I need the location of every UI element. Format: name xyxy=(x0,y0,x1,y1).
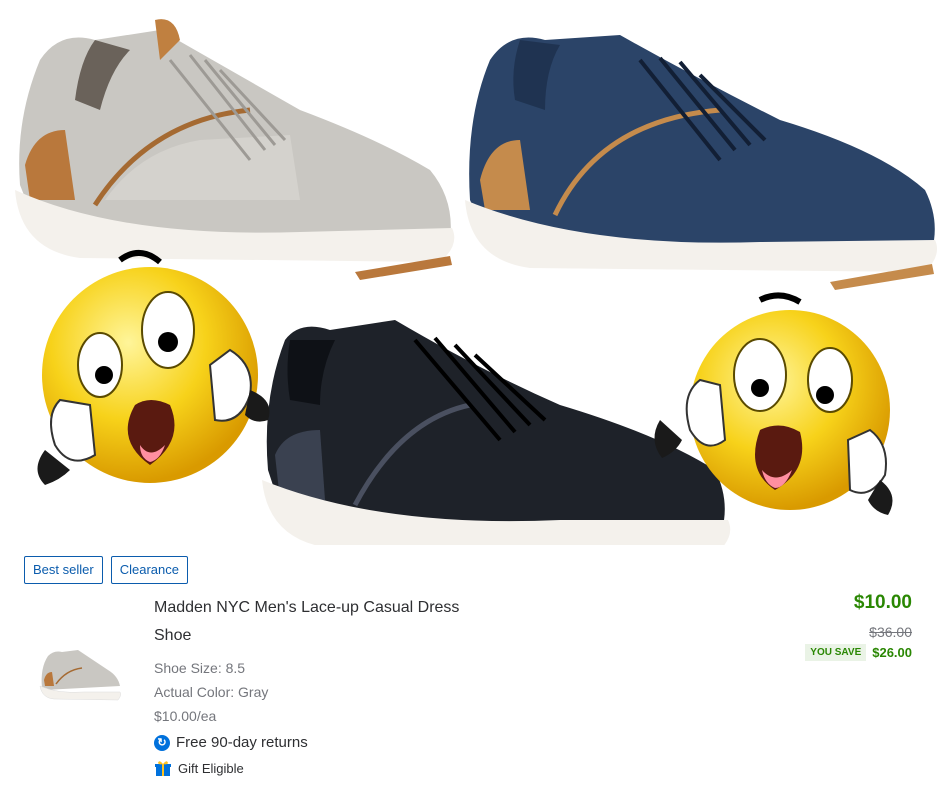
navy-shoe-image xyxy=(465,35,938,290)
product-info: Madden NYC Men's Lace-up Casual Dress Sh… xyxy=(154,594,514,777)
actual-color: Actual Color: Gray xyxy=(154,684,269,700)
free-returns-label: Free 90-day returns xyxy=(176,734,308,751)
product-hero-image xyxy=(15,19,938,545)
product-title-line2: Shoe xyxy=(154,627,192,644)
shoe-size: Shoe Size: 8.5 xyxy=(154,660,246,676)
gift-eligible: Gift Eligible xyxy=(154,759,514,777)
price-block: $10.00 $36.00 YOU SAVE $26.00 xyxy=(805,592,912,661)
current-price: $10.00 xyxy=(853,592,912,613)
best-seller-badge[interactable]: Best seller xyxy=(24,556,103,584)
return-arrow-icon: ↻ xyxy=(154,734,170,751)
shocked-emoji-left xyxy=(37,250,270,485)
free-returns: ↻ Free 90-day returns xyxy=(154,734,514,751)
product-meta: Shoe Size: 8.5 Actual Color: Gray $10.00… xyxy=(154,656,514,728)
clearance-badge[interactable]: Clearance xyxy=(110,556,188,584)
gift-icon xyxy=(155,761,171,776)
you-save: YOU SAVE $26.00 xyxy=(805,644,912,661)
you-save-amount: $26.00 xyxy=(872,645,912,660)
unit-price: $10.00/ea xyxy=(154,708,217,724)
gray-shoe-image xyxy=(15,19,455,280)
was-price: $36.00 xyxy=(869,624,912,640)
product-thumbnail[interactable] xyxy=(34,640,126,710)
gift-eligible-label: Gift Eligible xyxy=(178,760,244,776)
product-title[interactable]: Madden NYC Men's Lace-up Casual Dress Sh… xyxy=(154,594,514,650)
product-badges: Best seller Clearance xyxy=(24,556,188,584)
you-save-label: YOU SAVE xyxy=(805,644,867,661)
product-title-line1: Madden NYC Men's Lace-up Casual Dress xyxy=(154,599,460,616)
